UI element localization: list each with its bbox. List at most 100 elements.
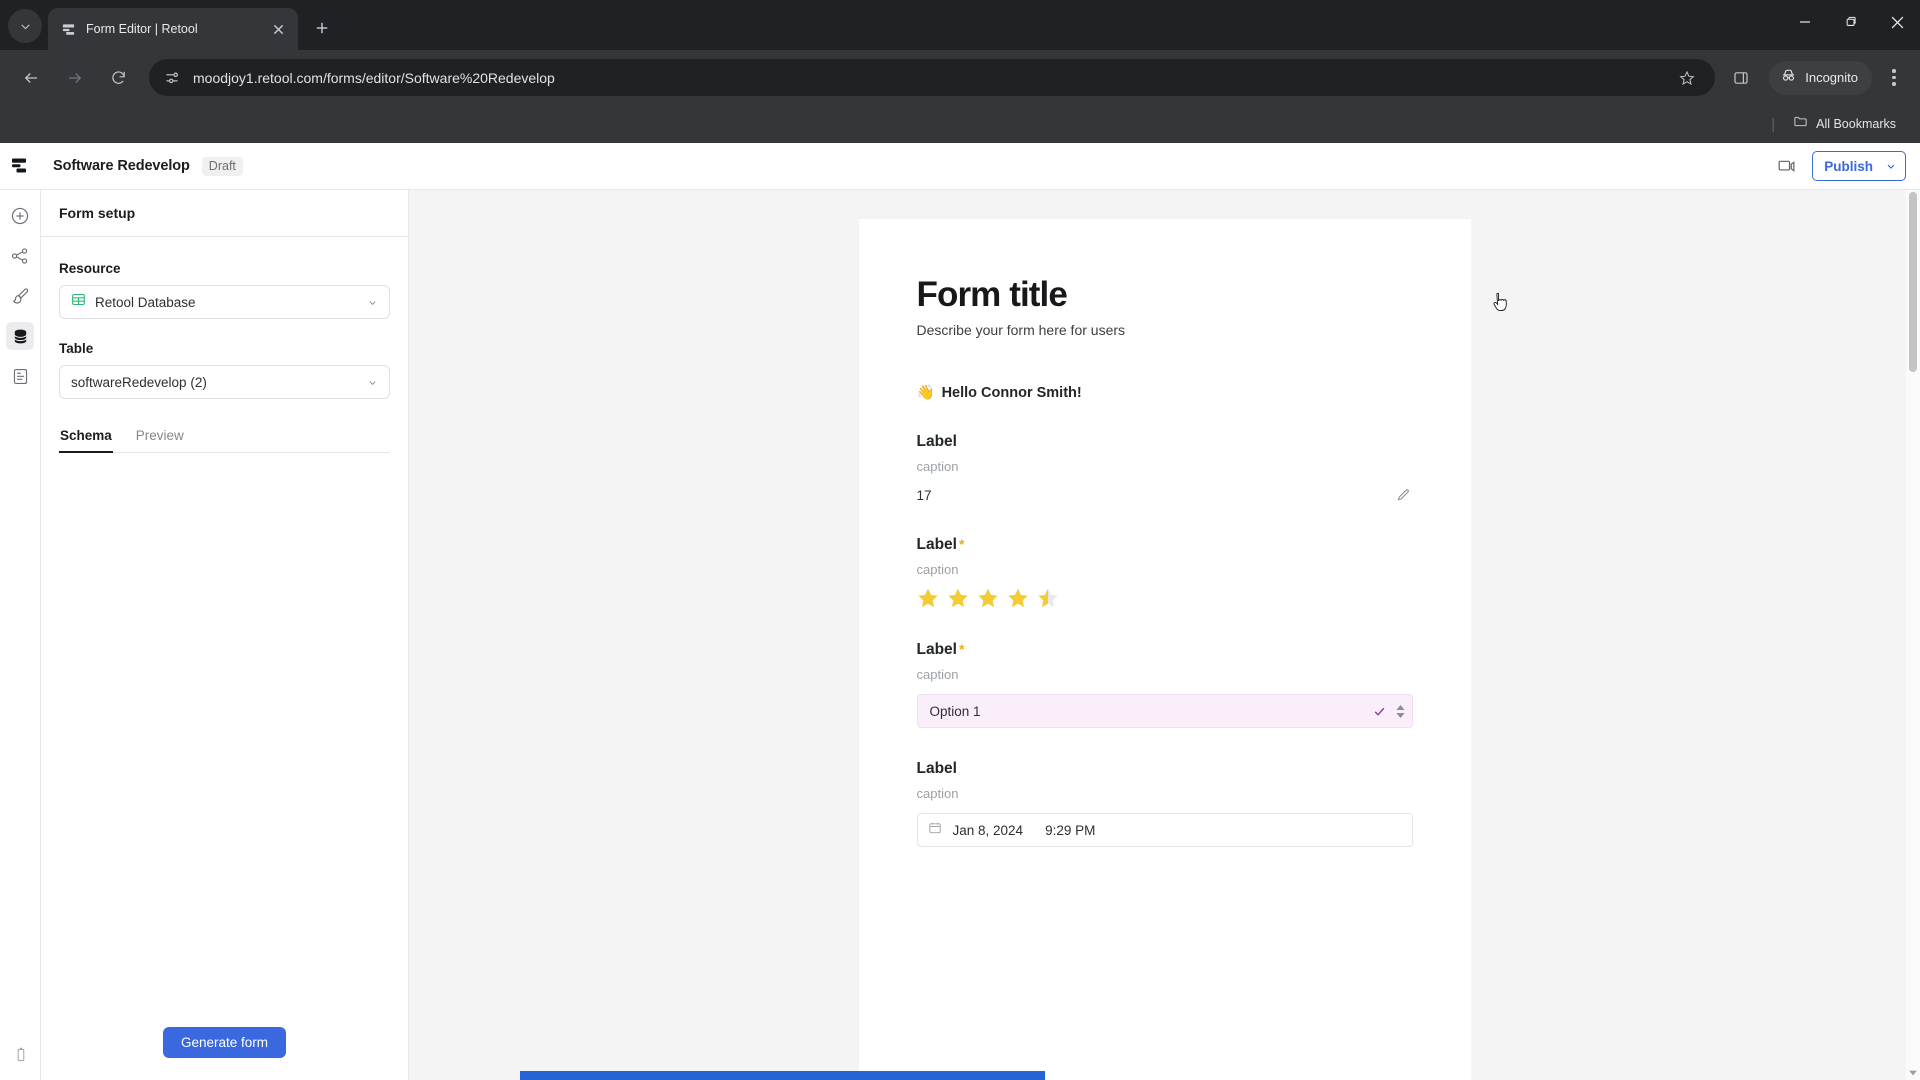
battery-icon[interactable]	[13, 1047, 29, 1068]
sidebar-item-workflow[interactable]	[6, 242, 34, 270]
tab-schema[interactable]: Schema	[59, 421, 113, 453]
back-button[interactable]	[12, 59, 49, 96]
field-caption: caption	[916, 562, 959, 578]
field-caption: caption	[916, 459, 959, 475]
all-bookmarks-label: All Bookmarks	[1816, 117, 1896, 131]
bookmarks-separator: |	[1771, 115, 1776, 133]
browser-window: Form Editor | Retool moodjoy1.retool.com…	[0, 0, 1920, 1080]
side-panel-button[interactable]	[1722, 59, 1760, 97]
bottom-progress-bar	[520, 1071, 1045, 1080]
star-filled-icon[interactable]	[977, 587, 999, 609]
form-setup-panel: Form setup Resource Retool Database Tabl…	[41, 190, 409, 1080]
browser-toolbar: moodjoy1.retool.com/forms/editor/Softwar…	[0, 50, 1920, 105]
retool-favicon-icon	[60, 21, 77, 38]
close-window-button[interactable]	[1874, 0, 1920, 44]
kebab-menu-icon	[1892, 67, 1896, 87]
stepper-icon[interactable]	[1395, 704, 1406, 718]
sidebar-item-appearance[interactable]	[6, 282, 34, 310]
bookmarks-bar: | All Bookmarks	[0, 105, 1920, 143]
reload-button[interactable]	[100, 59, 137, 96]
folder-icon	[1793, 114, 1808, 134]
rating-stars[interactable]	[917, 587, 1413, 609]
form-setup-body: Resource Retool Database Table softwareR…	[41, 237, 408, 1027]
forward-button[interactable]	[56, 59, 93, 96]
time-value: 9:29 PM	[1045, 822, 1096, 838]
chevron-down-icon[interactable]	[365, 297, 379, 308]
table-green-icon	[71, 292, 86, 312]
rail-bottom-area	[0, 1047, 41, 1068]
star-filled-icon[interactable]	[917, 587, 939, 609]
bookmark-star-icon[interactable]	[1673, 64, 1701, 92]
present-icon	[1778, 160, 1795, 172]
form-setup-heading: Form setup	[59, 205, 136, 221]
incognito-icon	[1780, 67, 1797, 89]
document-list-icon	[13, 368, 27, 384]
maximize-button[interactable]	[1828, 0, 1874, 44]
form-preview-card: Form title Describe your form here for u…	[858, 219, 1471, 1080]
table-select[interactable]: softwareRedevelop (2)	[59, 365, 390, 399]
field-caption: caption	[916, 786, 959, 802]
retool-logo-icon[interactable]	[0, 156, 41, 176]
all-bookmarks-button[interactable]: All Bookmarks	[1785, 110, 1904, 138]
publish-label: Publish	[1824, 158, 1873, 174]
form-setup-header: Form setup	[41, 190, 408, 237]
select-option-control[interactable]: Option 1	[916, 694, 1413, 729]
address-bar[interactable]: moodjoy1.retool.com/forms/editor/Softwar…	[149, 59, 1716, 96]
setup-tabs: Schema Preview	[59, 421, 390, 453]
star-filled-icon[interactable]	[947, 587, 969, 609]
browser-menu-button[interactable]	[1877, 59, 1911, 97]
scroll-down-arrow-icon[interactable]	[1906, 1066, 1920, 1080]
pencil-icon[interactable]	[1395, 486, 1413, 504]
form-field-number: Label caption 17	[917, 433, 1413, 504]
side-panel-icon	[1734, 71, 1748, 84]
url-text: moodjoy1.retool.com/forms/editor/Softwar…	[193, 69, 555, 86]
canvas-scrollbar[interactable]	[1906, 190, 1920, 1080]
sidebar-item-form-settings[interactable]	[6, 362, 34, 390]
field-label: Label *	[916, 536, 965, 554]
chevron-down-icon[interactable]	[1880, 160, 1902, 172]
star-half-icon[interactable]	[1037, 587, 1059, 609]
new-tab-button[interactable]	[308, 14, 336, 42]
present-button[interactable]	[1774, 154, 1798, 178]
plus-circle-icon	[11, 207, 29, 225]
minimize-icon	[1800, 21, 1810, 23]
profile-button[interactable]: Incognito	[1769, 60, 1872, 95]
table-value: softwareRedevelop (2)	[71, 374, 207, 390]
site-settings-icon[interactable]	[163, 69, 181, 87]
resource-label: Resource	[59, 261, 121, 276]
generate-form-button[interactable]: Generate form	[162, 1027, 287, 1058]
chevron-down-icon[interactable]	[365, 377, 379, 388]
sidebar-item-add-component[interactable]	[6, 202, 34, 230]
form-field-select: Label * caption Option 1	[916, 641, 1413, 729]
resource-select[interactable]: Retool Database	[59, 285, 390, 319]
date-value: Jan 8, 2024	[952, 822, 1024, 838]
share-nodes-icon	[11, 248, 28, 264]
browser-tab[interactable]: Form Editor | Retool	[48, 8, 298, 50]
field-caption: caption	[916, 667, 959, 683]
window-controls	[1782, 0, 1920, 44]
retool-app: Software Redevelop Draft Publish Form se…	[0, 143, 1920, 1080]
chevron-down-icon	[20, 23, 30, 29]
app-body: Form setup Resource Retool Database Tabl…	[0, 190, 1920, 1080]
star-filled-icon[interactable]	[1007, 587, 1029, 609]
scrollbar-thumb[interactable]	[1909, 192, 1917, 372]
field-label: Label *	[916, 641, 965, 659]
app-header-actions: Publish	[1774, 151, 1906, 181]
field-value-row[interactable]: 17	[917, 486, 1413, 504]
form-title: Form title	[916, 275, 1068, 314]
page-title: Software Redevelop	[53, 158, 190, 174]
sidebar-item-data-source[interactable]	[6, 322, 34, 350]
forward-arrow-icon	[68, 72, 81, 83]
publish-button[interactable]: Publish	[1812, 151, 1906, 181]
datetime-control[interactable]: Jan 8, 2024 9:29 PM	[916, 813, 1413, 848]
tab-search-button[interactable]	[8, 9, 42, 43]
required-mark: *	[958, 641, 965, 658]
minimize-button[interactable]	[1782, 0, 1828, 44]
form-subtitle: Describe your form here for users	[916, 322, 1126, 339]
window-close-icon	[1891, 16, 1903, 28]
tab-preview[interactable]: Preview	[135, 421, 185, 452]
field-label: Label	[916, 433, 957, 451]
left-icon-rail	[0, 190, 41, 1080]
status-badge: Draft	[201, 156, 243, 176]
close-icon[interactable]	[268, 19, 288, 39]
